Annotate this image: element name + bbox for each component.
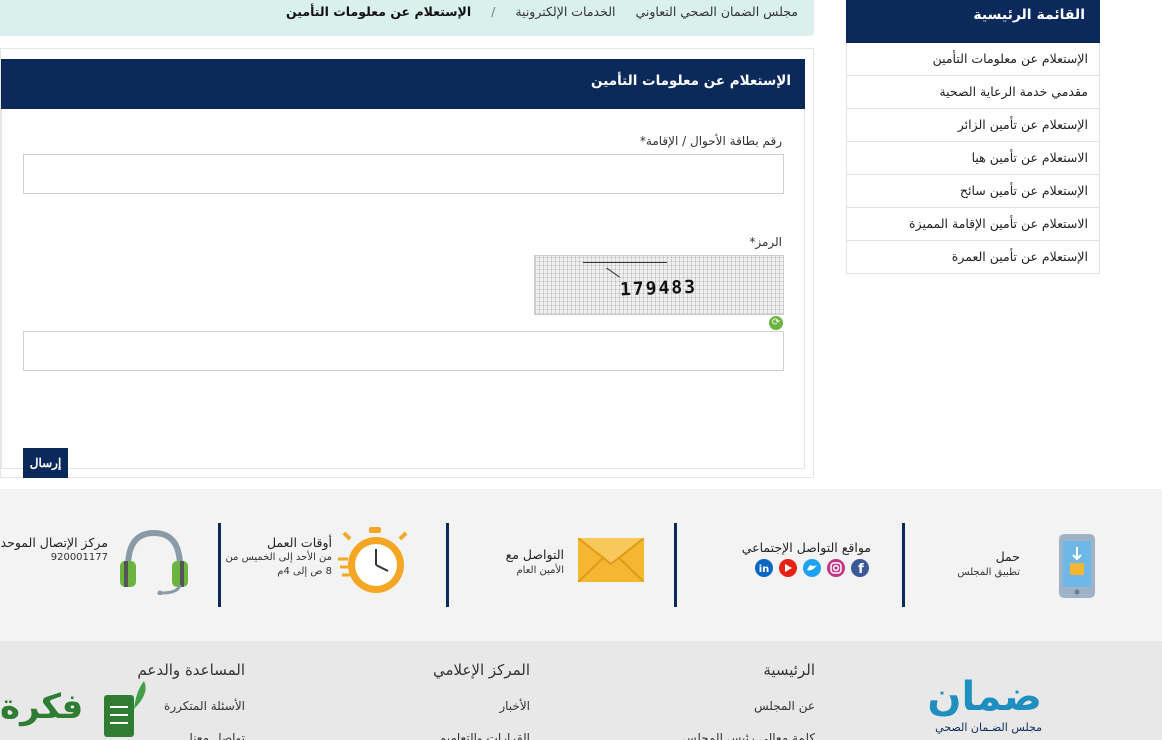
twitter-icon[interactable] [803, 559, 821, 577]
logo-main-text: ضمان [927, 674, 1042, 720]
facebook-icon[interactable]: f [851, 559, 869, 577]
footer-home-title: الرئيسية [763, 661, 815, 679]
footer-link-news[interactable]: الأخبار [499, 699, 530, 713]
captcha-image: 179483 [534, 255, 784, 315]
form-title: الإستعلام عن معلومات التأمين [1, 59, 805, 109]
breadcrumb-eservices[interactable]: الخدمات الإلكترونية [515, 4, 615, 19]
svg-text:in: in [759, 564, 770, 575]
captcha-code: 179483 [619, 276, 698, 301]
footer-help-title: المساعدة والدعم [137, 661, 245, 679]
breadcrumb-home[interactable]: مجلس الضمان الصحي التعاوني [635, 4, 798, 19]
app-download-title: حمل [995, 549, 1020, 564]
sidebar-item-umrah[interactable]: الإستعلام عن تأمين العمرة [846, 241, 1100, 274]
youtube-icon[interactable] [779, 559, 797, 577]
logo-sub-text: مجلس الضـمان الصحي [935, 721, 1042, 734]
sidebar-menu: القائمة الرئيسية الإستعلام عن معلومات ال… [846, 0, 1100, 274]
id-number-label: رقم بطاقة الأحوال / الإقامة* [639, 134, 782, 148]
inquiry-card: الإستعلام عن معلومات التأمين رقم بطاقة ا… [0, 48, 814, 478]
headset-icon [120, 529, 188, 595]
call-center-number[interactable]: 920001177 [51, 551, 108, 564]
working-hours-time: 8 ص إلى 4م [277, 566, 332, 577]
footer-link-chairman[interactable]: كلمة معالي رئيس المجلس [682, 731, 815, 740]
mobile-app-icon[interactable] [1058, 533, 1096, 599]
sidebar-item-tourist[interactable]: الإستعلام عن تأمين سائح [846, 175, 1100, 208]
sidebar-item-visitor[interactable]: الإستعلام عن تأمين الزائر [846, 109, 1100, 142]
submit-button[interactable]: إرسال [23, 448, 68, 478]
app-download-sub[interactable]: تطبيق المجلس [957, 566, 1020, 579]
captcha-input[interactable] [23, 331, 784, 371]
svg-text:f: f [858, 562, 864, 577]
captcha-label: الرمز* [749, 235, 782, 249]
site-logo[interactable]: ضمان مجلس الضـمان الصحي [898, 675, 1048, 740]
stopwatch-icon [338, 527, 408, 593]
info-bar: مركز الإتصال الموحد 920001177 أوقات العم… [0, 489, 1162, 641]
footer-link-about[interactable]: عن المجلس [754, 699, 815, 713]
linkedin-icon[interactable]: in [755, 559, 773, 577]
call-center-title: مركز الإتصال الموحد [0, 535, 108, 550]
contact-sg-sub: الأمين العام [516, 565, 564, 576]
sidebar-item-insurance-info[interactable]: الإستعلام عن معلومات التأمين [846, 43, 1100, 76]
contact-sg-title[interactable]: التواصل مع [506, 547, 564, 562]
breadcrumb-current: الإستعلام عن معلومات التأمين [286, 4, 472, 19]
envelope-icon[interactable] [578, 538, 644, 582]
instagram-icon[interactable] [827, 559, 845, 577]
id-number-input[interactable] [23, 154, 784, 194]
watermark-book-icon [104, 681, 146, 737]
breadcrumb-separator: / [491, 4, 496, 19]
sidebar-item-hayya[interactable]: الاستعلام عن تأمين هيا [846, 142, 1100, 175]
sidebar-item-providers[interactable]: مقدمي خدمة الرعاية الصحية [846, 76, 1100, 109]
sidebar-title: القائمة الرئيسية [846, 0, 1100, 43]
divider [218, 523, 221, 607]
footer-link-contact[interactable]: تواصل معنا [190, 731, 245, 740]
social-icons: in f [755, 559, 869, 577]
footer-link-decisions[interactable]: القرارات والتعاميم [439, 731, 530, 740]
refresh-captcha-icon[interactable]: ⟳ [769, 316, 783, 330]
footer-media-title: المركز الإعلامي [432, 661, 530, 679]
divider [674, 523, 677, 607]
working-hours-days: من الأحد إلى الخميس من [225, 552, 332, 563]
watermark-text: فكرة [0, 687, 84, 727]
footer: ضمان مجلس الضـمان الصحي الرئيسية عن المج… [0, 641, 1162, 740]
sidebar-item-premium-residency[interactable]: الاستعلام عن تأمين الإقامة المميزة [846, 208, 1100, 241]
social-title: مواقع التواصل الإجتماعي [741, 540, 871, 555]
breadcrumb: مجلس الضمان الصحي التعاوني الخدمات الإلك… [0, 0, 814, 36]
divider [446, 523, 449, 607]
footer-link-faq[interactable]: الأسئلة المتكررة [164, 699, 245, 713]
divider [902, 523, 905, 607]
working-hours-title: أوقات العمل [266, 535, 332, 550]
